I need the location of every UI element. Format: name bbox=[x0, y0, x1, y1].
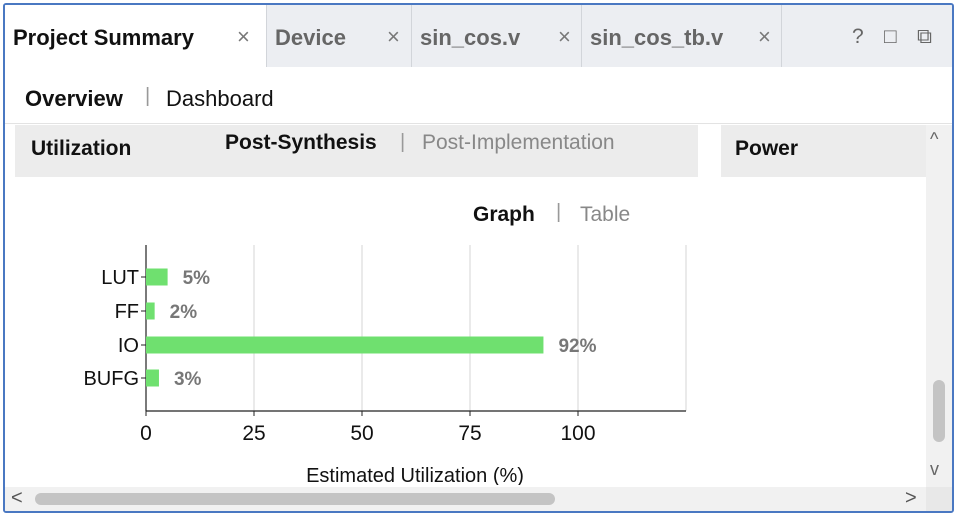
y-tick-label: FF bbox=[115, 301, 139, 323]
scroll-down-icon[interactable]: v bbox=[930, 459, 939, 480]
bar bbox=[146, 268, 168, 286]
bar bbox=[146, 336, 544, 354]
data-label: 5% bbox=[183, 268, 211, 289]
data-label: 3% bbox=[174, 369, 202, 390]
x-tick-label: 50 bbox=[350, 422, 373, 445]
x-tick-label: 25 bbox=[242, 422, 265, 445]
project-summary-window: Project Summary × Device × sin_cos.v × s… bbox=[3, 3, 954, 513]
scroll-left-icon[interactable]: < bbox=[11, 487, 23, 510]
x-tick-label: 75 bbox=[458, 422, 481, 445]
bar bbox=[146, 369, 159, 387]
scroll-thumb[interactable] bbox=[35, 493, 555, 505]
horizontal-scrollbar[interactable]: < > bbox=[5, 487, 926, 511]
plot-area bbox=[146, 245, 686, 411]
scroll-right-icon[interactable]: > bbox=[905, 487, 917, 510]
utilization-chart: 0 25 50 75 100 LUT 5% FF 2% IO 92% BUFG 3% Estimated … bbox=[83, 245, 687, 485]
bar bbox=[146, 302, 155, 320]
scroll-corner bbox=[926, 487, 952, 511]
y-tick-label: BUFG bbox=[83, 368, 139, 390]
x-tick-label: 0 bbox=[140, 422, 152, 445]
vertical-scrollbar[interactable]: ^ v bbox=[926, 125, 952, 487]
y-tick-label: LUT bbox=[101, 267, 139, 289]
x-axis-title: Estimated Utilization (%) bbox=[306, 465, 524, 485]
scroll-thumb[interactable] bbox=[933, 380, 945, 442]
scroll-up-icon[interactable]: ^ bbox=[930, 129, 938, 150]
y-tick-label: IO bbox=[118, 335, 139, 357]
data-label: 92% bbox=[558, 336, 596, 357]
data-label: 2% bbox=[170, 302, 198, 323]
x-tick-label: 100 bbox=[560, 422, 595, 445]
